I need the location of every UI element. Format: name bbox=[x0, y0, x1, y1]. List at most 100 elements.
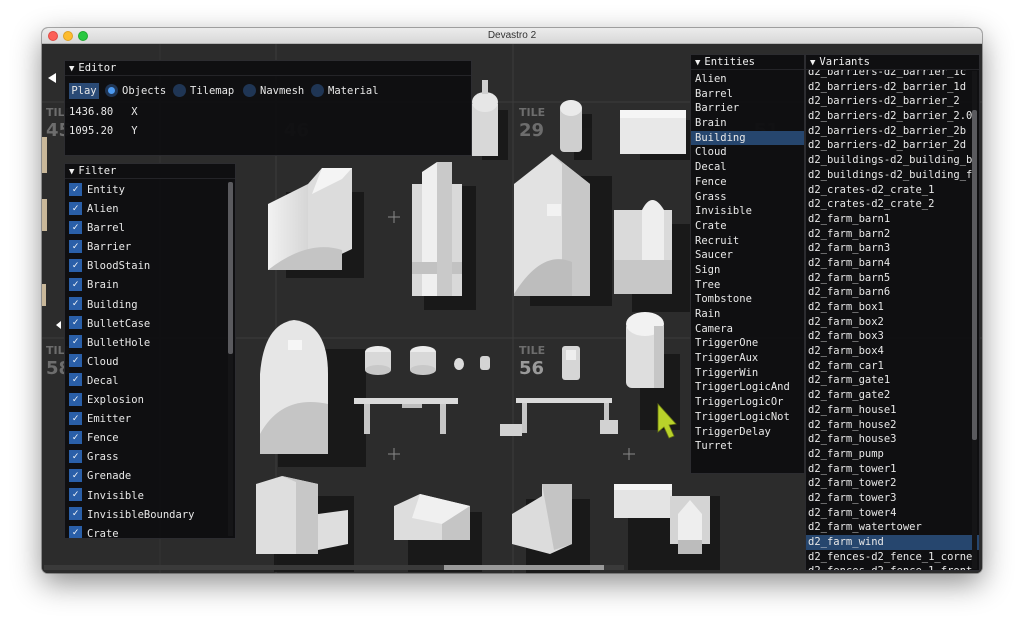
filter-item[interactable]: ✓ Cloud bbox=[65, 353, 227, 372]
variant-list-item[interactable]: d2_farm_house3 bbox=[806, 432, 979, 447]
entity-list-item[interactable]: TriggerDelay bbox=[691, 425, 804, 440]
close-window-button[interactable] bbox=[48, 31, 58, 41]
minimize-window-button[interactable] bbox=[63, 31, 73, 41]
variant-list-item[interactable]: d2_farm_barn1 bbox=[806, 212, 979, 227]
checkbox-checked-icon[interactable]: ✓ bbox=[69, 335, 82, 349]
variant-list-item[interactable]: d2_barriers-d2_barrier_2b bbox=[806, 124, 979, 139]
checkbox-checked-icon[interactable]: ✓ bbox=[69, 430, 82, 444]
variant-list-item[interactable]: d2_farm_box2 bbox=[806, 315, 979, 330]
variant-list-item[interactable]: d2_farm_barn5 bbox=[806, 271, 979, 286]
filter-item[interactable]: ✓ Invisible bbox=[65, 487, 227, 506]
filter-item[interactable]: ✓ Decal bbox=[65, 372, 227, 391]
mode-radio-material[interactable]: Material bbox=[311, 83, 379, 99]
entity-list-item[interactable]: TriggerAux bbox=[691, 351, 804, 366]
x-value[interactable]: 1436.80 bbox=[69, 106, 113, 118]
collapse-triangle-icon[interactable]: ▼ bbox=[69, 167, 74, 177]
variant-list-item[interactable]: d2_farm_tower4 bbox=[806, 506, 979, 521]
variant-list-item[interactable]: d2_farm_pump bbox=[806, 447, 979, 462]
filter-item[interactable]: ✓ Barrel bbox=[65, 219, 227, 238]
entity-list-item[interactable]: Saucer bbox=[691, 248, 804, 263]
filter-item[interactable]: ✓ Building bbox=[65, 296, 227, 315]
entity-list-item[interactable]: Rain bbox=[691, 307, 804, 322]
collapse-triangle-icon[interactable]: ▼ bbox=[69, 64, 74, 74]
checkbox-checked-icon[interactable]: ✓ bbox=[69, 239, 82, 253]
entity-list-item[interactable]: TriggerLogicNot bbox=[691, 410, 804, 425]
variant-list-item[interactable]: d2_farm_tower3 bbox=[806, 491, 979, 506]
entity-list-item[interactable]: TriggerWin bbox=[691, 366, 804, 381]
variant-list-item[interactable]: d2_farm_house1 bbox=[806, 403, 979, 418]
checkbox-checked-icon[interactable]: ✓ bbox=[69, 258, 82, 272]
filter-item[interactable]: ✓ Barrier bbox=[65, 238, 227, 257]
maximize-window-button[interactable] bbox=[78, 31, 88, 41]
checkbox-checked-icon[interactable]: ✓ bbox=[69, 220, 82, 234]
mode-radio-navmesh[interactable]: Navmesh bbox=[243, 83, 304, 99]
entity-list-item[interactable]: Camera bbox=[691, 322, 804, 337]
entity-list-item[interactable]: Decal bbox=[691, 160, 804, 175]
checkbox-checked-icon[interactable]: ✓ bbox=[69, 507, 82, 521]
variant-list-item[interactable]: d2_fences-d2_fence_1_corne bbox=[806, 550, 979, 565]
variant-list-item[interactable]: d2_fences-d2_fence_1_front bbox=[806, 564, 979, 570]
variant-list-item[interactable]: d2_farm_box3 bbox=[806, 329, 979, 344]
filter-scroll-thumb[interactable] bbox=[228, 182, 233, 354]
checkbox-checked-icon[interactable]: ✓ bbox=[69, 297, 82, 311]
entity-list-item[interactable]: Brain bbox=[691, 116, 804, 131]
filter-item[interactable]: ✓ Crate bbox=[65, 525, 227, 538]
entity-list-item[interactable]: Tree bbox=[691, 278, 804, 293]
entity-list-item[interactable]: Alien bbox=[691, 72, 804, 87]
checkbox-checked-icon[interactable]: ✓ bbox=[69, 316, 82, 330]
entity-list-item[interactable]: Sign bbox=[691, 263, 804, 278]
entity-list-item[interactable]: Barrel bbox=[691, 87, 804, 102]
play-button[interactable]: Play bbox=[69, 83, 99, 99]
variant-list-item[interactable]: d2_farm_barn6 bbox=[806, 285, 979, 300]
checkbox-checked-icon[interactable]: ✓ bbox=[69, 277, 82, 291]
entity-list-item[interactable]: Barrier bbox=[691, 101, 804, 116]
editor-panel-header[interactable]: ▼ Editor bbox=[65, 61, 471, 76]
checkbox-checked-icon[interactable]: ✓ bbox=[69, 373, 82, 387]
filter-item[interactable]: ✓ Grenade bbox=[65, 467, 227, 486]
entity-list-item[interactable]: Recruit bbox=[691, 234, 804, 249]
collapse-triangle-icon[interactable]: ▼ bbox=[810, 58, 815, 68]
checkbox-checked-icon[interactable]: ✓ bbox=[69, 526, 82, 538]
entity-list-item[interactable]: Tombstone bbox=[691, 292, 804, 307]
mode-radio-tilemap[interactable]: Tilemap bbox=[173, 83, 234, 99]
variant-list-item[interactable]: d2_farm_gate2 bbox=[806, 388, 979, 403]
variant-list-item[interactable]: d2_buildings-d2_building_b bbox=[806, 153, 979, 168]
variant-list-item[interactable]: d2_farm_barn4 bbox=[806, 256, 979, 271]
scene-viewport[interactable]: TILE 29 46 TILE 45 TILE 58 TILE 56 51 bbox=[42, 44, 982, 573]
entity-list-item[interactable]: Building bbox=[691, 130, 804, 146]
variant-list-item[interactable]: d2_crates-d2_crate_2 bbox=[806, 197, 979, 212]
filter-item[interactable]: ✓ Fence bbox=[65, 429, 227, 448]
filter-item[interactable]: ✓ Entity bbox=[65, 181, 227, 200]
variant-list-item[interactable]: d2_barriers-d2_barrier_2.0 bbox=[806, 109, 979, 124]
variant-list-item[interactable]: d2_barriers-d2_barrier_2 bbox=[806, 94, 979, 109]
entity-list-item[interactable]: Fence bbox=[691, 175, 804, 190]
filter-item[interactable]: ✓ BulletCase bbox=[65, 315, 227, 334]
filter-item[interactable]: ✓ Brain bbox=[65, 276, 227, 295]
entity-list-item[interactable]: TriggerOne bbox=[691, 336, 804, 351]
variant-list-item[interactable]: d2_farm_barn2 bbox=[806, 227, 979, 242]
variant-list-item[interactable]: d2_farm_box1 bbox=[806, 300, 979, 315]
horizontal-scrollbar[interactable] bbox=[44, 565, 624, 570]
variant-list-item[interactable]: d2_crates-d2_crate_1 bbox=[806, 183, 979, 198]
horizontal-scroll-thumb[interactable] bbox=[444, 565, 604, 570]
checkbox-checked-icon[interactable]: ✓ bbox=[69, 449, 82, 463]
checkbox-checked-icon[interactable]: ✓ bbox=[69, 392, 82, 406]
entity-list-item[interactable]: Invisible bbox=[691, 204, 804, 219]
checkbox-checked-icon[interactable]: ✓ bbox=[69, 411, 82, 425]
variant-list-item[interactable]: d2_barriers-d2_barrier_1d bbox=[806, 80, 979, 95]
filter-item[interactable]: ✓ Grass bbox=[65, 448, 227, 467]
checkbox-checked-icon[interactable]: ✓ bbox=[69, 201, 82, 215]
variant-list-item[interactable]: d2_farm_gate1 bbox=[806, 373, 979, 388]
entity-list-item[interactable]: Grass bbox=[691, 190, 804, 205]
variant-list-item[interactable]: d2_buildings-d2_building_f bbox=[806, 168, 979, 183]
filter-item[interactable]: ✓ InvisibleBoundary bbox=[65, 506, 227, 525]
entity-list-item[interactable]: Cloud bbox=[691, 145, 804, 160]
checkbox-checked-icon[interactable]: ✓ bbox=[69, 468, 82, 482]
variant-list-item[interactable]: d2_farm_watertower bbox=[806, 520, 979, 535]
entity-list-item[interactable]: TriggerLogicOr bbox=[691, 395, 804, 410]
variant-list-item[interactable]: d2_farm_wind bbox=[806, 535, 979, 550]
checkbox-checked-icon[interactable]: ✓ bbox=[69, 354, 82, 368]
entity-list-item[interactable]: Crate bbox=[691, 219, 804, 234]
variant-list-item[interactable]: d2_farm_car1 bbox=[806, 359, 979, 374]
entities-panel-header[interactable]: ▼ Entities bbox=[691, 55, 804, 70]
